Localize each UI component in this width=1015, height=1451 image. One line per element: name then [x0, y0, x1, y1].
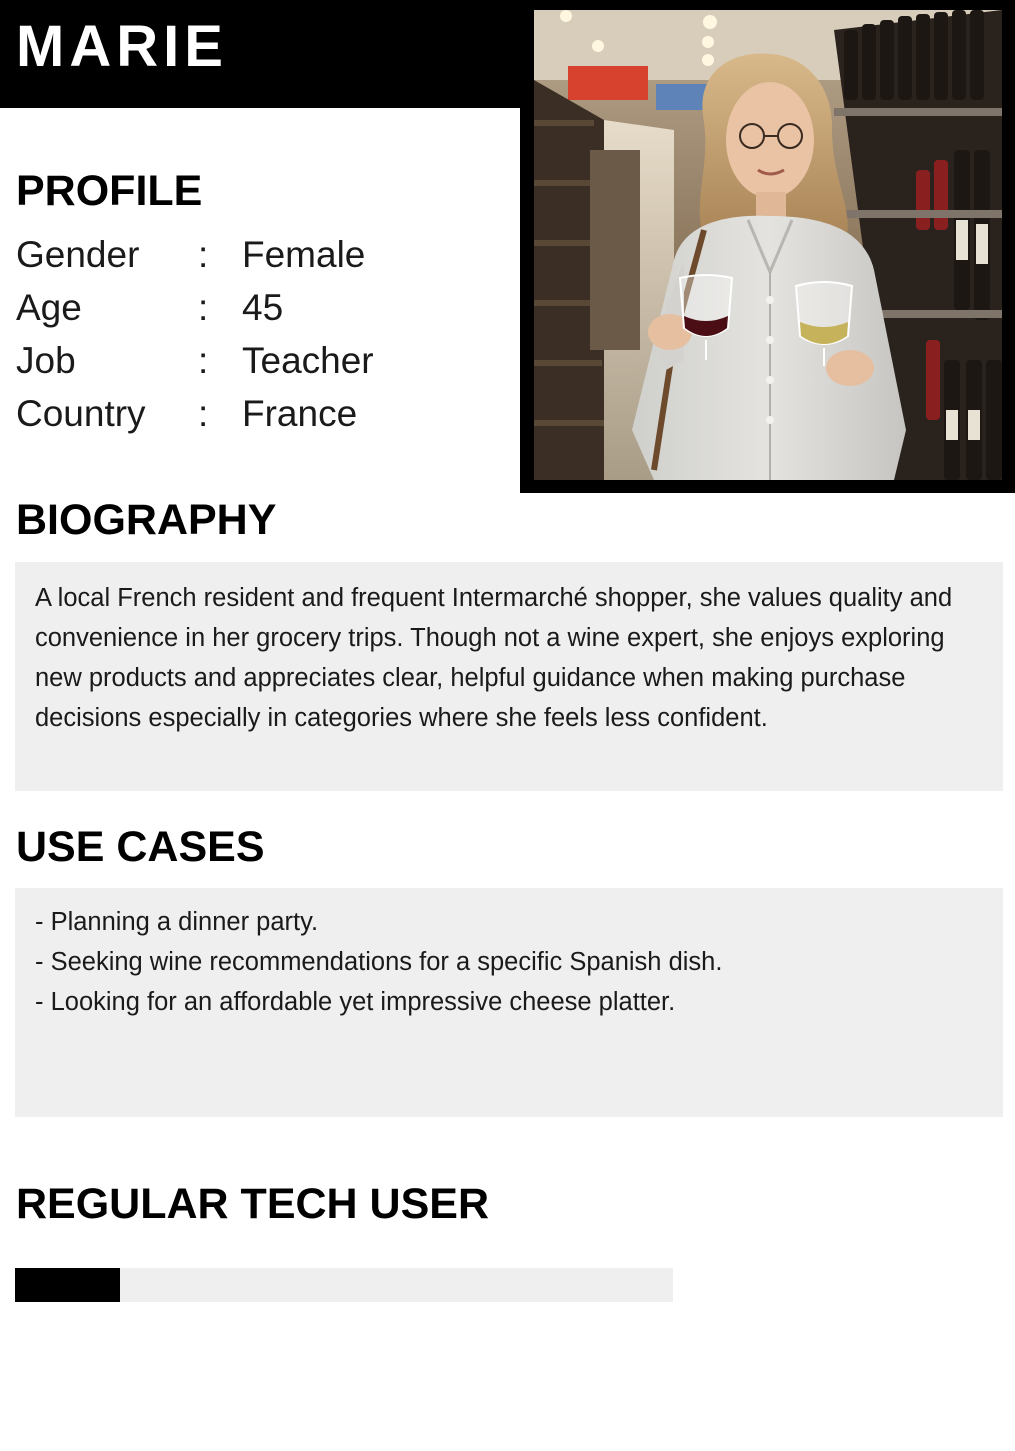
profile-separator: :: [198, 287, 209, 328]
profile-label: Job: [16, 340, 76, 381]
biography-text: A local French resident and frequent Int…: [35, 584, 953, 732]
photo-frame: [520, 0, 1015, 493]
persona-name: MARIE: [16, 14, 228, 79]
biography-heading: BIOGRAPHY: [16, 496, 277, 544]
profile-heading: PROFILE: [16, 167, 203, 215]
profile-separator: :: [198, 393, 209, 434]
persona-photo: [534, 10, 1002, 480]
tech-heading: REGULAR TECH USER: [16, 1180, 490, 1228]
use-case-item: - Seeking wine recommendations for a spe…: [35, 948, 723, 976]
use-cases-heading: USE CASES: [16, 823, 265, 871]
tech-level-bar: [15, 1268, 673, 1302]
use-cases-list: - Planning a dinner party. - Seeking win…: [35, 902, 722, 1022]
use-case-item: - Looking for an affordable yet impressi…: [35, 988, 676, 1016]
profile-label: Country: [16, 393, 146, 434]
use-case-item: - Planning a dinner party.: [35, 908, 319, 936]
profile-value: France: [242, 393, 358, 434]
profile-value: Teacher: [242, 340, 374, 381]
profile-value: Female: [242, 234, 366, 275]
profile-separator: :: [198, 340, 209, 381]
use-cases-panel: - Planning a dinner party. - Seeking win…: [15, 888, 1003, 1117]
profile-value: 45: [242, 287, 284, 328]
profile-label: Gender: [16, 234, 140, 275]
biography-panel: A local French resident and frequent Int…: [15, 562, 1003, 791]
name-banner: MARIE: [0, 0, 525, 108]
profile-label: Age: [16, 287, 82, 328]
profile-separator: :: [198, 234, 209, 275]
tech-level-fill: [15, 1268, 121, 1302]
